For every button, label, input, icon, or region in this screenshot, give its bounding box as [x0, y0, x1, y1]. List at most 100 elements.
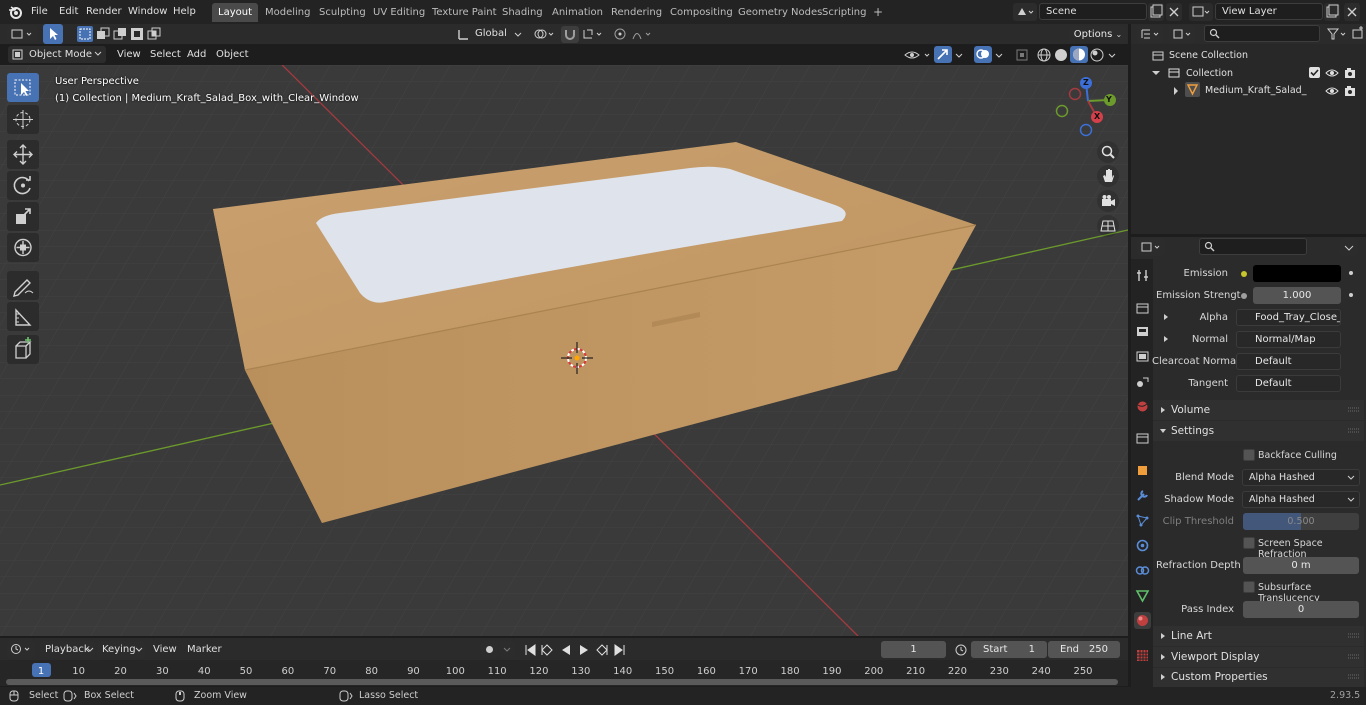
tangent-link-field[interactable]: Default — [1236, 375, 1341, 392]
play-reverse-icon[interactable] — [558, 642, 574, 658]
menu-render[interactable]: Render — [82, 4, 126, 20]
keying-menu[interactable]: Keying — [97, 641, 145, 658]
current-frame-field[interactable]: 1 — [881, 641, 946, 658]
tab-collection[interactable] — [1134, 430, 1151, 447]
tab-scene[interactable] — [1134, 373, 1151, 390]
new-collection-icon[interactable] — [1351, 26, 1365, 42]
emission-color-swatch[interactable] — [1253, 265, 1341, 282]
view-layer-selector-button[interactable] — [1189, 3, 1213, 21]
drag-handle-icon[interactable] — [1348, 406, 1360, 414]
tab-data[interactable] — [1134, 587, 1151, 604]
box-select-new-icon[interactable] — [77, 26, 93, 42]
visibility-filter-icon[interactable] — [902, 47, 934, 63]
timeline-scrollbar[interactable] — [6, 679, 1118, 685]
menu-view[interactable]: View — [117, 47, 141, 62]
tab-scripting[interactable]: Scripting — [816, 3, 872, 22]
outliner-editor-type-button[interactable] — [1137, 25, 1163, 43]
box-select-extend-icon[interactable] — [95, 26, 111, 42]
snap-toggle-icon[interactable] — [561, 26, 579, 43]
menu-help[interactable]: Help — [169, 4, 200, 20]
box-select-subtract-icon[interactable] — [112, 26, 128, 42]
refraction-depth-field[interactable]: 0 m — [1243, 557, 1359, 574]
timeline-editor-type-button[interactable] — [7, 640, 35, 658]
start-frame-field[interactable]: Start 1 — [971, 641, 1047, 658]
blender-logo-icon[interactable] — [7, 4, 23, 20]
tab-geometry-nodes[interactable]: Geometry Nodes — [732, 3, 828, 22]
drag-handle-icon[interactable] — [1348, 653, 1360, 661]
select-tool-icon[interactable] — [43, 24, 63, 44]
expand-object-icon[interactable] — [1171, 86, 1181, 96]
drag-handle-icon[interactable] — [1348, 673, 1360, 681]
playback-menu[interactable]: Playback — [40, 641, 95, 658]
tool-measure[interactable] — [7, 302, 39, 331]
tab-tool[interactable] — [1134, 267, 1151, 284]
menu-edit[interactable]: Edit — [55, 4, 82, 20]
tab-uv-editing[interactable]: UV Editing — [367, 3, 431, 22]
editor-type-button[interactable] — [7, 25, 37, 43]
emission-keyframe-icon[interactable] — [1349, 271, 1353, 275]
eye-icon[interactable] — [1325, 84, 1339, 98]
tool-add-cube[interactable] — [7, 335, 39, 364]
tool-select-box[interactable] — [7, 73, 39, 102]
timeline-view-menu[interactable]: View — [153, 642, 177, 657]
pivot-point-icon[interactable] — [531, 26, 557, 42]
properties-options-button[interactable] — [1340, 238, 1358, 256]
emission-strength-keyframe-icon[interactable] — [1349, 293, 1353, 297]
solid-shading-icon[interactable] — [1053, 47, 1069, 63]
overlays-dropdown-icon[interactable] — [993, 47, 1005, 63]
add-workspace-button[interactable]: + — [867, 3, 889, 22]
keying-set-dropdown[interactable] — [499, 641, 515, 658]
menu-add[interactable]: Add — [187, 47, 206, 62]
outliner-search-input[interactable] — [1204, 25, 1320, 42]
alpha-link-field[interactable]: Food_Tray_Close_M... — [1236, 309, 1341, 326]
camera-view-icon[interactable] — [1097, 190, 1119, 212]
subsurface-translucency-checkbox[interactable] — [1243, 581, 1255, 593]
box-select-invert-icon[interactable] — [129, 26, 145, 42]
jump-start-icon[interactable] — [522, 642, 538, 658]
pan-hand-icon[interactable] — [1097, 165, 1119, 187]
tool-annotate[interactable] — [7, 271, 39, 300]
screen-space-refraction-checkbox[interactable] — [1243, 537, 1255, 549]
menu-window[interactable]: Window — [124, 4, 171, 20]
jump-keyframe-back-icon[interactable] — [539, 642, 555, 658]
tab-rendering[interactable]: Rendering — [605, 3, 668, 22]
tab-view-layer[interactable] — [1134, 348, 1151, 365]
xray-toggle-icon[interactable] — [1014, 47, 1030, 63]
collection-checkbox[interactable] — [1309, 67, 1320, 78]
end-frame-field[interactable]: End 250 — [1048, 641, 1120, 658]
menu-select[interactable]: Select — [150, 47, 181, 62]
properties-search-input[interactable] — [1199, 238, 1307, 255]
tab-animation[interactable]: Animation — [546, 3, 609, 22]
timeline-marker-menu[interactable]: Marker — [187, 642, 222, 657]
tool-cursor[interactable] — [7, 105, 39, 134]
tab-particles[interactable] — [1134, 512, 1151, 529]
perspective-toggle-icon[interactable] — [1097, 215, 1119, 237]
options-button[interactable]: Options ⌄ — [1069, 26, 1127, 43]
proportional-editing-icon[interactable] — [612, 26, 628, 42]
properties-editor-type-button[interactable] — [1137, 238, 1165, 256]
view-layer-name-field[interactable]: View Layer — [1215, 3, 1323, 20]
proportional-falloff-icon[interactable] — [630, 26, 656, 42]
3d-viewport[interactable]: User Perspective (1) Collection | Medium… — [0, 65, 1128, 636]
collection-label[interactable]: Collection — [1186, 68, 1233, 79]
gizmo-dropdown-icon[interactable] — [953, 47, 965, 63]
object-mode-dropdown[interactable]: Object Mode — [8, 46, 106, 63]
delete-scene-icon[interactable] — [1166, 3, 1182, 21]
object-label[interactable]: Medium_Kraft_Salad_Box — [1205, 85, 1307, 96]
clearcoat-normal-link-field[interactable]: Default — [1236, 353, 1341, 370]
eye-icon[interactable] — [1325, 66, 1339, 80]
jump-end-icon[interactable] — [612, 642, 628, 658]
blend-mode-dropdown[interactable]: Alpha Hashed — [1242, 469, 1360, 486]
clip-threshold-slider[interactable]: 0.500 — [1243, 513, 1359, 530]
tab-sculpting[interactable]: Sculpting — [313, 3, 372, 22]
tab-constraints[interactable] — [1134, 562, 1151, 579]
tool-rotate[interactable] — [7, 171, 39, 200]
tab-modeling[interactable]: Modeling — [259, 3, 317, 22]
drag-handle-icon[interactable] — [1348, 632, 1360, 640]
scene-collection-label[interactable]: Scene Collection — [1169, 50, 1248, 61]
normal-link-field[interactable]: Normal/Map — [1236, 331, 1341, 348]
drag-handle-icon[interactable] — [1348, 427, 1360, 435]
gizmo-toggle-icon[interactable] — [934, 46, 952, 63]
wireframe-shading-icon[interactable] — [1036, 47, 1052, 63]
play-icon[interactable] — [576, 642, 592, 658]
